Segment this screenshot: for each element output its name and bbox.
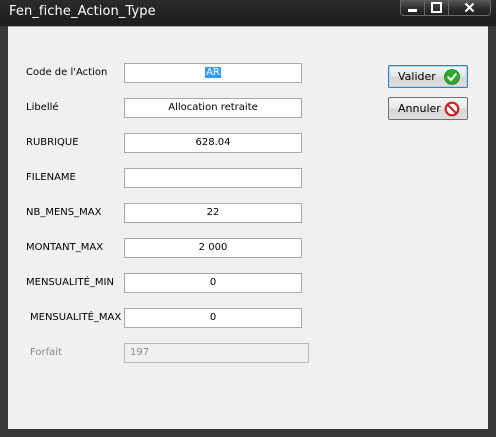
mensualite-max-field[interactable]: 0 (124, 308, 302, 328)
forfait-field: 197 (124, 343, 309, 363)
forfait-label: Forfait (30, 347, 62, 358)
montant-max-field[interactable]: 2 000 (124, 238, 302, 258)
mensualite-min-field[interactable]: 0 (124, 273, 302, 293)
validate-button-label: Valider (398, 70, 436, 83)
mensualite-min-label: MENSUALITÉ_MIN (26, 277, 114, 288)
libelle-label: Libellé (26, 102, 59, 113)
title-bar[interactable]: Fen_fiche_Action_Type (0, 0, 496, 26)
validate-button[interactable]: Valider (388, 65, 468, 88)
montant-max-label: MONTANT_MAX (26, 242, 104, 253)
check-icon (444, 69, 460, 85)
maximize-button[interactable] (425, 0, 449, 16)
minimize-icon (408, 9, 417, 12)
filename-label: FILENAME (26, 172, 76, 183)
rubrique-label: RUBRIQUE (26, 137, 79, 148)
code-action-field[interactable]: AR (124, 63, 302, 83)
cancel-button[interactable]: Annuler (388, 97, 468, 120)
close-button[interactable] (449, 0, 491, 16)
no-entry-icon (444, 101, 460, 117)
code-action-value: AR (205, 67, 221, 78)
mensualite-max-label: MENSUALITÉ_MAX (30, 312, 122, 323)
close-icon (464, 2, 475, 13)
minimize-button[interactable] (400, 0, 425, 16)
caption-buttons (400, 0, 491, 17)
maximize-icon (431, 2, 442, 13)
libelle-field[interactable]: Allocation retraite (124, 98, 302, 118)
window-title: Fen_fiche_Action_Type (9, 4, 156, 19)
filename-field[interactable] (124, 168, 302, 188)
nb-mens-max-field[interactable]: 22 (124, 203, 302, 223)
form-panel: Code de l'Action AR Libellé Allocation r… (8, 26, 488, 429)
dialog-window: Fen_fiche_Action_Type Code de l'Action A… (0, 0, 496, 437)
nb-mens-max-label: NB_MENS_MAX (26, 207, 102, 218)
code-action-label: Code de l'Action (26, 67, 108, 78)
rubrique-field[interactable]: 628.04 (124, 133, 302, 153)
cancel-button-label: Annuler (398, 102, 441, 115)
